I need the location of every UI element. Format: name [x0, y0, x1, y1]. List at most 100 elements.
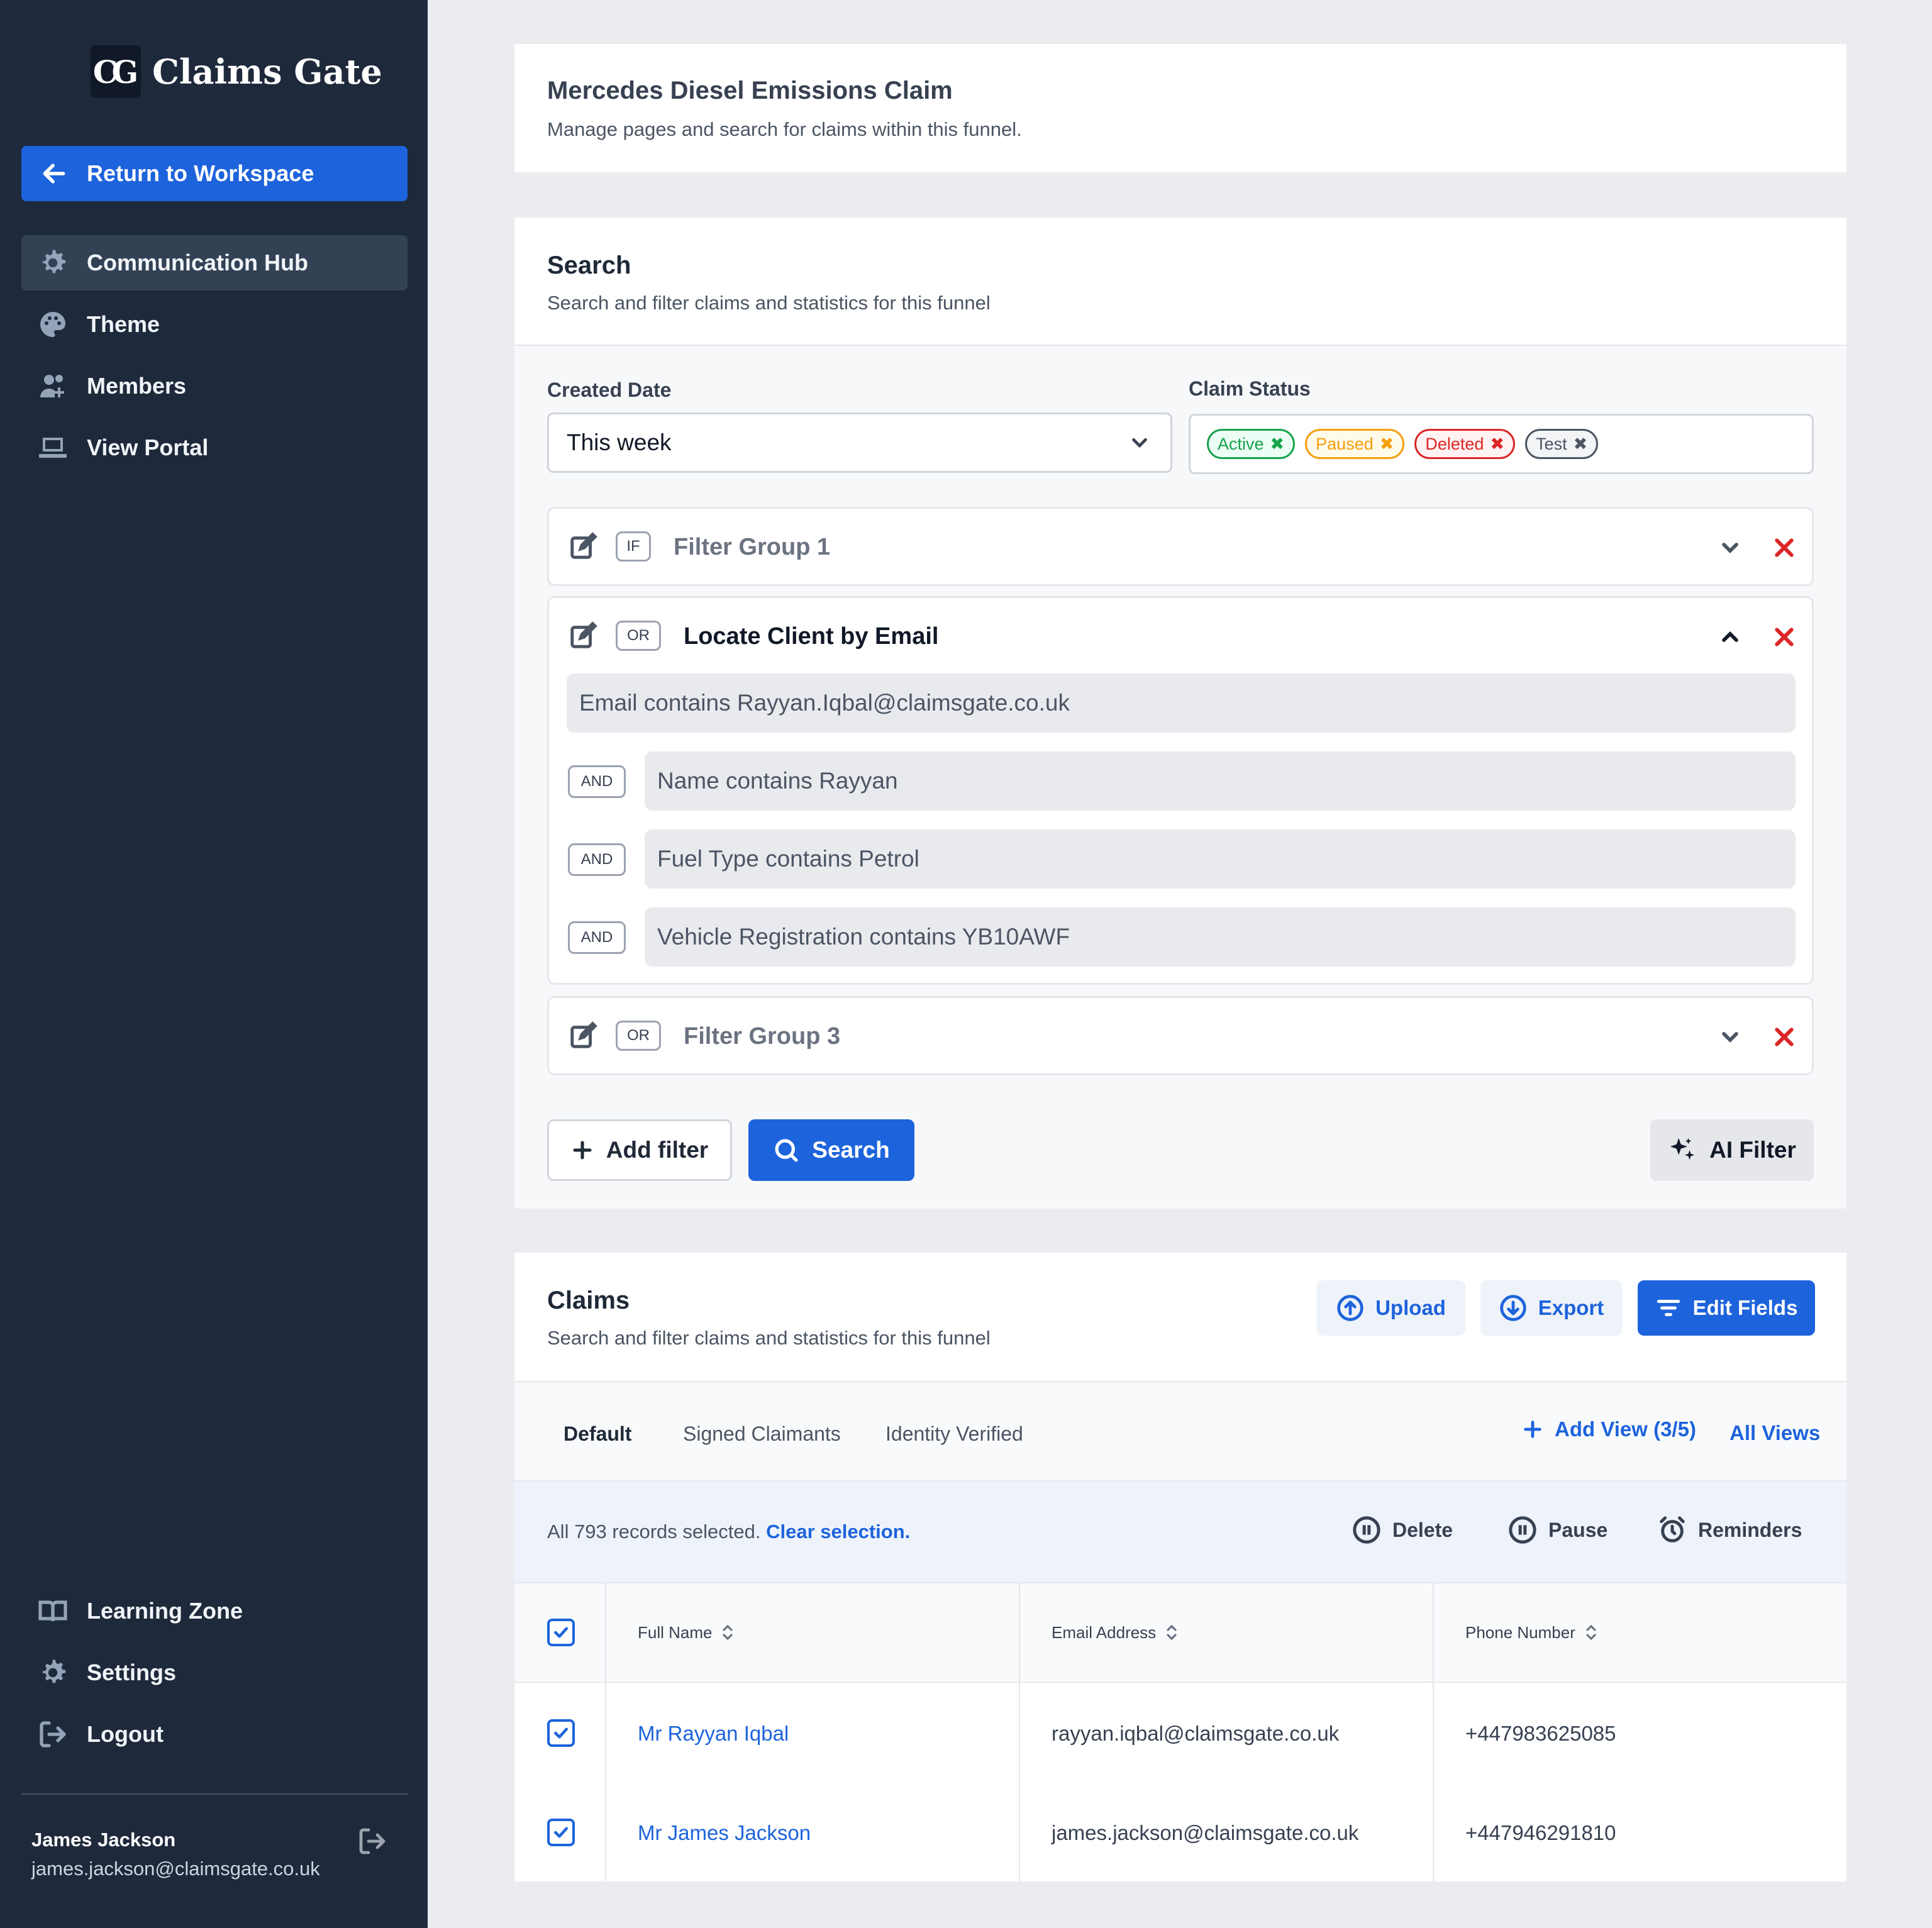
close-icon[interactable] — [1768, 531, 1801, 564]
condition-fuel-type[interactable]: Fuel Type contains Petrol — [645, 829, 1796, 889]
claimant-name-link[interactable]: Mr James Jackson — [638, 1821, 811, 1845]
condition-email[interactable]: Email contains Rayyan.Iqbal@claimsgate.c… — [567, 673, 1796, 733]
sort-icon — [1586, 1624, 1596, 1641]
pause-button[interactable]: Pause — [1508, 1515, 1607, 1544]
user-plus-icon — [36, 370, 69, 402]
chevron-down-icon[interactable] — [1714, 531, 1746, 564]
created-date-value: This week — [567, 429, 672, 455]
add-filter-button[interactable]: Add filter — [547, 1119, 732, 1181]
check-icon — [554, 1827, 568, 1838]
column-header-full-name[interactable]: Full Name — [638, 1622, 736, 1643]
page-title: Mercedes Diesel Emissions Claim — [547, 77, 953, 104]
upload-button[interactable]: Upload — [1317, 1280, 1465, 1336]
group-tag: IF — [616, 531, 651, 562]
sidebar-divider — [21, 1793, 408, 1795]
status-chip-test[interactable]: Test ✖ — [1525, 429, 1599, 459]
sidebar-item-label: Logout — [87, 1721, 164, 1747]
search-card: Search Search and filter claims and stat… — [514, 218, 1846, 1209]
sidebar-item-learning-zone[interactable]: Learning Zone — [21, 1583, 408, 1639]
close-icon[interactable] — [1768, 1021, 1801, 1053]
claims-subtitle: Search and filter claims and statistics … — [547, 1327, 991, 1349]
chevron-up-icon[interactable] — [1714, 621, 1746, 653]
plus-icon — [573, 1141, 592, 1160]
edit-fields-button[interactable]: Edit Fields — [1638, 1280, 1815, 1336]
sidebar-item-label: Theme — [87, 311, 160, 337]
gear-icon — [36, 1656, 69, 1689]
group-title: Filter Group 1 — [674, 534, 831, 560]
sidebar-item-label: Members — [87, 373, 187, 399]
operator-tag: AND — [568, 843, 626, 876]
remove-icon[interactable]: ✖ — [1380, 435, 1394, 454]
claimant-name-link[interactable]: Mr Rayyan Iqbal — [638, 1722, 789, 1746]
remove-icon[interactable]: ✖ — [1490, 435, 1504, 454]
palette-icon — [36, 308, 69, 341]
group-title: Locate Client by Email — [684, 623, 939, 650]
edit-icon[interactable] — [567, 530, 599, 563]
delete-button[interactable]: Delete — [1352, 1515, 1453, 1544]
upload-label: Upload — [1375, 1296, 1446, 1319]
logout-icon[interactable] — [357, 1826, 390, 1859]
ai-filter-button[interactable]: AI Filter — [1650, 1119, 1814, 1181]
claims-title: Claims — [547, 1287, 630, 1314]
claimant-phone: +447983625085 — [1465, 1722, 1616, 1745]
add-view-button[interactable]: Add View (3/5) — [1522, 1417, 1696, 1441]
all-views-link[interactable]: All Views — [1729, 1421, 1820, 1445]
operator-tag: AND — [568, 921, 626, 954]
claim-status-select[interactable]: Active ✖ Paused ✖ Deleted ✖ Test ✖ — [1189, 414, 1814, 474]
sidebar-item-label: Learning Zone — [87, 1598, 243, 1624]
status-chip-deleted[interactable]: Deleted ✖ — [1414, 429, 1516, 459]
condition-vehicle-registration[interactable]: Vehicle Registration contains YB10AWF — [645, 907, 1796, 967]
chevron-down-icon[interactable] — [1714, 1021, 1746, 1053]
search-title: Search — [547, 252, 631, 279]
claimant-email: james.jackson@claimsgate.co.uk — [1052, 1821, 1359, 1844]
page-subtitle: Manage pages and search for claims withi… — [547, 118, 1022, 140]
status-chip-active[interactable]: Active ✖ — [1207, 429, 1296, 459]
laptop-icon — [36, 431, 69, 464]
sidebar-item-logout[interactable]: Logout — [21, 1707, 408, 1762]
column-label: Full Name — [638, 1622, 713, 1642]
remove-icon[interactable]: ✖ — [1574, 435, 1588, 454]
export-button[interactable]: Export — [1480, 1280, 1623, 1336]
delete-label: Delete — [1392, 1518, 1453, 1541]
tab-signed-claimants[interactable]: Signed Claimants — [683, 1422, 841, 1446]
sidebar-item-theme[interactable]: Theme — [21, 297, 408, 352]
sidebar-item-communication-hub[interactable]: Communication Hub — [21, 235, 408, 291]
search-subtitle: Search and filter claims and statistics … — [547, 292, 991, 314]
clear-selection-link[interactable]: Clear selection. — [766, 1521, 910, 1543]
ai-filter-label: AI Filter — [1709, 1137, 1796, 1163]
sidebar-item-members[interactable]: Members — [21, 358, 408, 414]
edit-icon[interactable] — [567, 619, 599, 652]
column-label: Phone Number — [1465, 1622, 1575, 1642]
alarm-clock-icon — [1660, 1516, 1685, 1543]
sidebar-item-view-portal[interactable]: View Portal — [21, 420, 408, 475]
logo[interactable]: CG Claims Gate — [91, 45, 382, 98]
claim-status-label: Claim Status — [1189, 377, 1311, 400]
add-view-label: Add View (3/5) — [1555, 1417, 1696, 1441]
row-checkbox[interactable] — [547, 1719, 575, 1747]
reminders-button[interactable]: Reminders — [1658, 1515, 1802, 1544]
pause-circle-icon — [1353, 1516, 1380, 1544]
sparkle-icon — [1670, 1138, 1695, 1160]
tab-default[interactable]: Default — [564, 1422, 631, 1446]
created-date-select[interactable]: This week — [547, 413, 1172, 473]
column-header-email-address[interactable]: Email Address — [1052, 1622, 1180, 1643]
tab-identity-verified[interactable]: Identity Verified — [886, 1422, 1023, 1446]
select-all-checkbox[interactable] — [547, 1619, 575, 1646]
gear-icon — [36, 247, 69, 279]
edit-icon[interactable] — [567, 1019, 599, 1052]
close-icon[interactable] — [1768, 621, 1801, 653]
column-header-phone-number[interactable]: Phone Number — [1465, 1622, 1599, 1643]
sidebar-item-label: Communication Hub — [87, 250, 308, 275]
row-divider — [514, 1681, 1846, 1683]
condition-name[interactable]: Name contains Rayyan — [645, 751, 1796, 811]
pause-label: Pause — [1548, 1518, 1608, 1541]
search-button[interactable]: Search — [748, 1119, 914, 1181]
row-checkbox[interactable] — [547, 1819, 575, 1846]
return-to-workspace-button[interactable]: Return to Workspace — [21, 146, 408, 201]
header-card: Mercedes Diesel Emissions Claim Manage p… — [514, 44, 1846, 172]
sidebar-item-settings[interactable]: Settings — [21, 1645, 408, 1700]
status-chip-paused[interactable]: Paused ✖ — [1305, 429, 1405, 459]
group-title: Filter Group 3 — [684, 1023, 841, 1050]
logo-mark: CG — [91, 45, 141, 98]
remove-icon[interactable]: ✖ — [1270, 435, 1285, 454]
